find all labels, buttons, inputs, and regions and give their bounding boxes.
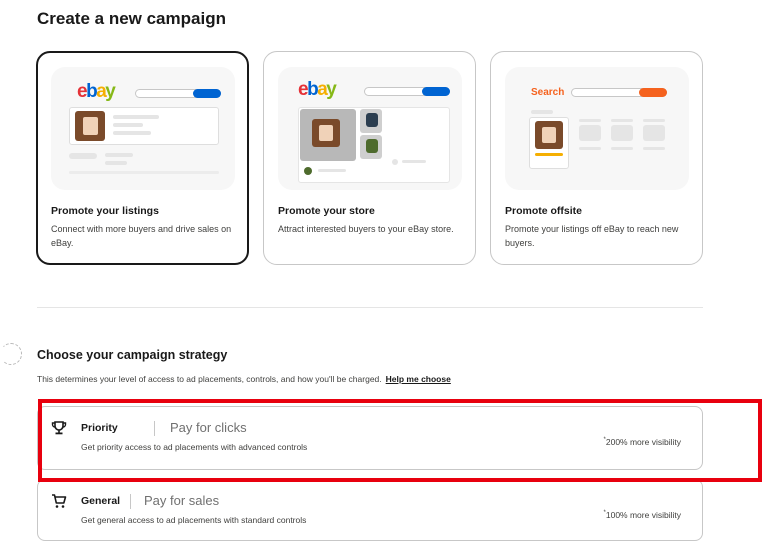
strategy-option-general[interactable]: General Pay for sales Get general access… — [37, 479, 703, 541]
search-label: Search — [531, 87, 565, 98]
offsite-illustration: Search — [505, 67, 689, 190]
strategy-pay-type: Pay for sales — [144, 493, 220, 508]
ebay-logo: ebay — [77, 81, 116, 102]
trophy-icon — [51, 421, 67, 435]
strategy-description-text: This determines your level of access to … — [37, 374, 382, 384]
visibility-text: 100% more visibility — [605, 510, 681, 520]
campaign-card-offsite[interactable]: Search Promote offsite Promote your list… — [490, 51, 703, 265]
card-title: Promote your listings — [51, 205, 159, 217]
card-description: Promote your listings off eBay to reach … — [505, 224, 679, 248]
strategy-section-description: This determines your level of access to … — [37, 374, 451, 384]
strategy-description: Get general access to ad placements with… — [81, 515, 307, 525]
visibility-text: 200% more visibility — [605, 437, 681, 447]
campaign-card-store[interactable]: ebay Promote your store Attract interest… — [263, 51, 476, 265]
strategy-name: Priority — [81, 422, 118, 434]
card-title: Promote your store — [278, 205, 375, 217]
strategy-section-title: Choose your campaign strategy — [37, 348, 228, 362]
strategy-visibility: *100% more visibility — [604, 510, 681, 520]
ebay-logo: ebay — [298, 79, 337, 100]
loading-spinner-icon — [0, 343, 22, 365]
strategy-pay-type: Pay for clicks — [170, 420, 247, 435]
card-title: Promote offsite — [505, 205, 583, 217]
strategy-separator — [130, 494, 131, 509]
strategy-description: Get priority access to ad placements wit… — [81, 442, 308, 452]
cart-icon — [52, 494, 67, 508]
card-description: Attract interested buyers to your eBay s… — [278, 224, 454, 234]
help-me-choose-link[interactable]: Help me choose — [386, 374, 451, 384]
page-title: Create a new campaign — [37, 9, 226, 28]
store-illustration: ebay — [278, 67, 462, 190]
strategy-visibility: *200% more visibility — [604, 437, 681, 447]
section-divider — [37, 307, 703, 308]
strategy-name: General — [81, 495, 121, 507]
card-description: Connect with more buyers and drive sales… — [51, 224, 232, 248]
campaign-card-listings[interactable]: ebay Promote your listings Connect with … — [36, 51, 249, 265]
listings-illustration: ebay — [51, 67, 235, 190]
strategy-separator — [154, 421, 155, 436]
strategy-option-priority[interactable]: Priority Pay for clicks Get priority acc… — [37, 406, 703, 470]
